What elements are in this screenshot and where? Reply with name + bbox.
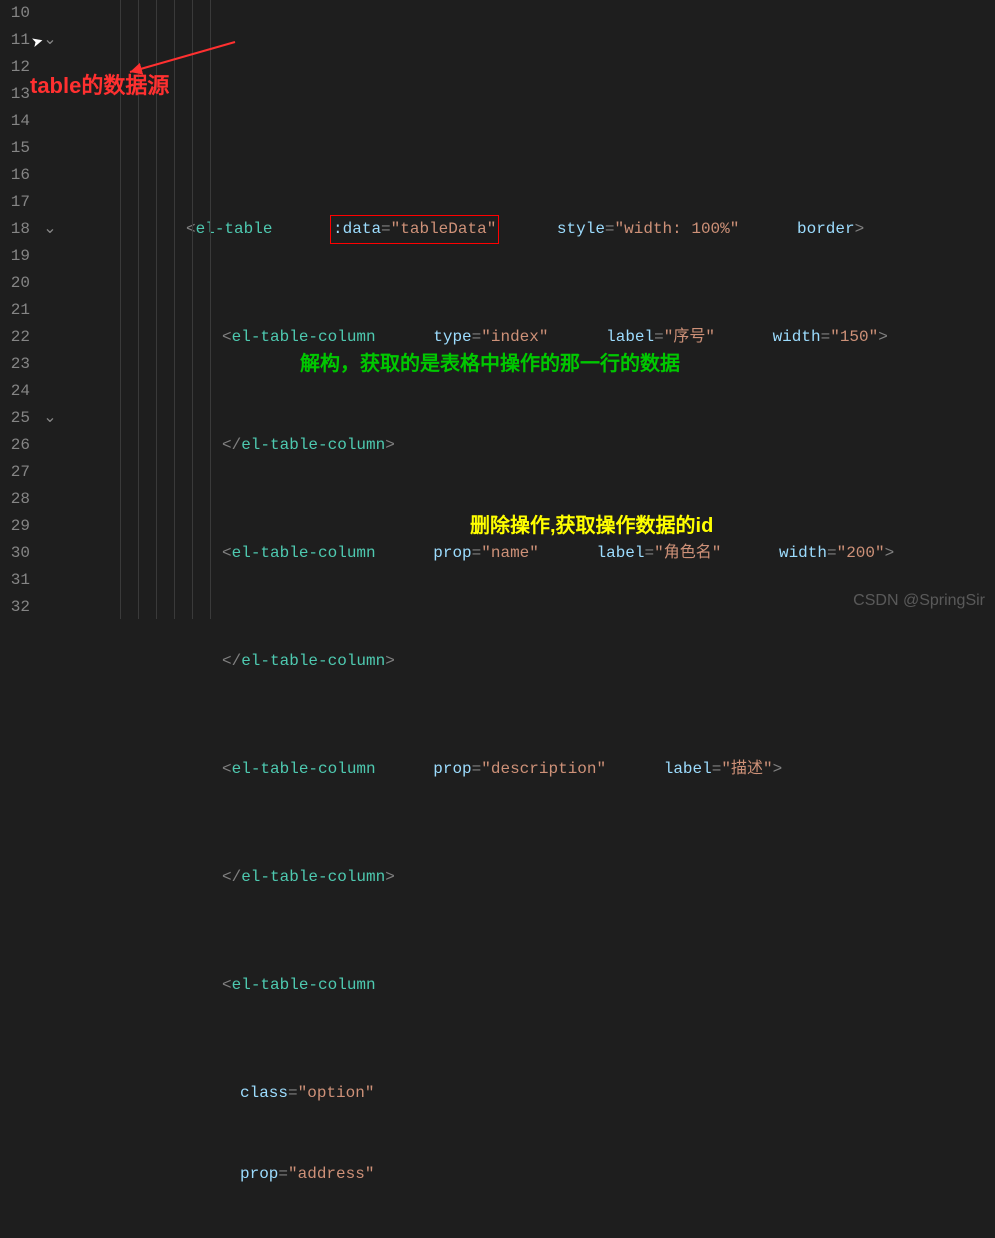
line-number: 28 xyxy=(0,486,30,513)
line-number: 27 xyxy=(0,459,30,486)
code-line: class="option" xyxy=(60,1080,995,1107)
code-line: <el-table-column xyxy=(60,972,995,999)
code-line xyxy=(60,108,995,135)
line-number: 17 xyxy=(0,189,30,216)
fold-chevron-icon[interactable]: ⌄ xyxy=(40,216,60,243)
line-number: 16 xyxy=(0,162,30,189)
watermark-text: CSDN @SpringSir xyxy=(853,587,985,614)
fold-chevron-icon[interactable]: ⌄ xyxy=(40,405,60,432)
line-number-gutter: 10 11 12 13 14 15 16 17 18 19 20 21 22 2… xyxy=(0,0,40,619)
line-number: 14 xyxy=(0,108,30,135)
line-number: 30 xyxy=(0,540,30,567)
code-line: <el-table-column type="index" label="序号"… xyxy=(60,324,995,351)
code-line: </el-table-column> xyxy=(60,648,995,675)
line-number: 26 xyxy=(0,432,30,459)
line-number: 25 xyxy=(0,405,30,432)
code-line: <el-table-column prop="description" labe… xyxy=(60,756,995,783)
indent-guides xyxy=(120,0,228,619)
line-number: 23 xyxy=(0,351,30,378)
code-line: prop="address" xyxy=(60,1161,995,1188)
line-number: 22 xyxy=(0,324,30,351)
code-line: </el-table-column> xyxy=(60,432,995,459)
line-number: 15 xyxy=(0,135,30,162)
code-line: </el-table-column> xyxy=(60,864,995,891)
code-line: <el-table :data="tableData" style="width… xyxy=(60,216,995,243)
line-number: 11 xyxy=(0,27,30,54)
line-number: 21 xyxy=(0,297,30,324)
line-number: 31 xyxy=(0,567,30,594)
code-line: <el-table-column prop="name" label="角色名"… xyxy=(60,540,995,567)
line-number: 10 xyxy=(0,0,30,27)
fold-column: ⌄ ⌄ ⌄ xyxy=(40,0,60,619)
highlight-box-red: :data="tableData" xyxy=(330,215,499,244)
code-area[interactable]: <el-table :data="tableData" style="width… xyxy=(60,0,995,619)
line-number: 29 xyxy=(0,513,30,540)
line-number: 13 xyxy=(0,81,30,108)
line-number: 20 xyxy=(0,270,30,297)
line-number: 19 xyxy=(0,243,30,270)
code-editor: 10 11 12 13 14 15 16 17 18 19 20 21 22 2… xyxy=(0,0,995,619)
line-number: 24 xyxy=(0,378,30,405)
line-number: 12 xyxy=(0,54,30,81)
line-number: 18 xyxy=(0,216,30,243)
line-number: 32 xyxy=(0,594,30,621)
